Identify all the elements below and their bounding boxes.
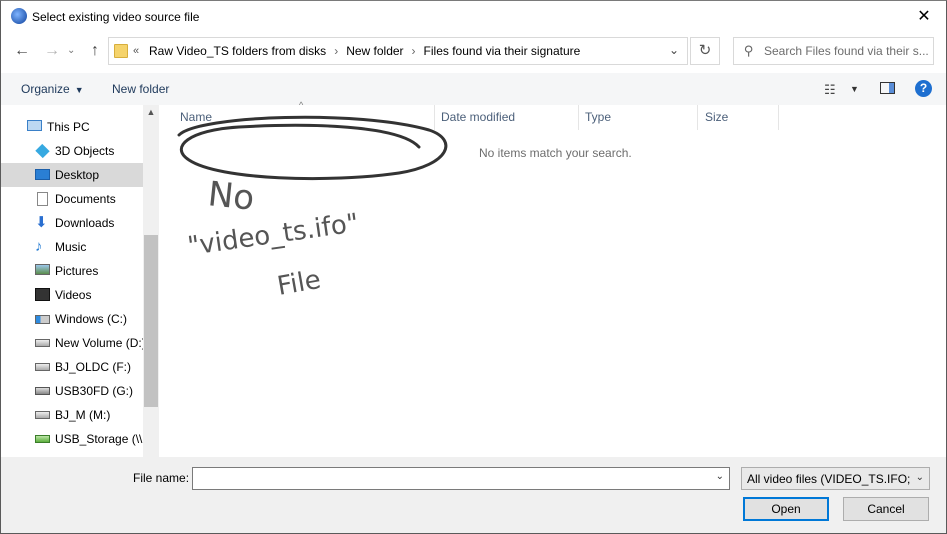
cube-icon [35, 143, 50, 159]
forward-button[interactable]: → [42, 41, 62, 61]
column-header-size[interactable]: Size [698, 105, 779, 130]
up-button[interactable]: ↑ [85, 41, 105, 61]
address-row: ← → ⌄ ↑ « Raw Video_TS folders from disk… [1, 34, 946, 68]
app-icon [11, 8, 27, 24]
file-list[interactable]: ^ Name Date modified Type Size No items … [159, 100, 946, 457]
file-name-combobox: ⌄ [192, 467, 730, 490]
sidebar-item-label: Downloads [55, 216, 115, 230]
help-icon[interactable]: ? [915, 80, 932, 97]
sidebar-item-label: This PC [47, 120, 90, 134]
empty-state-message: No items match your search. [479, 146, 632, 160]
file-open-dialog: Select existing video source file ✕ ← → … [0, 0, 947, 534]
address-dropdown-icon[interactable]: ⌄ [669, 43, 679, 57]
nav-list: This PC 3D Objects Desktop Documents ⬇ D… [1, 115, 143, 451]
sidebar-item-new-volume-d[interactable]: New Volume (D:) [1, 331, 143, 355]
sidebar-item-usb-storage[interactable]: USB_Storage (\\F [1, 427, 143, 451]
search-icon: ⚲ [744, 43, 754, 58]
overflow-chevron-icon[interactable]: « [133, 45, 139, 57]
breadcrumb-item-new-folder[interactable]: New folder [346, 44, 403, 58]
sidebar-item-label: USB30FD (G:) [55, 384, 134, 398]
folder-icon [114, 44, 128, 58]
sidebar-item-bj-m-m[interactable]: BJ_M (M:) [1, 403, 143, 427]
picture-icon [35, 264, 50, 275]
refresh-button[interactable]: ↻ [690, 37, 720, 65]
sidebar-item-label: New Volume (D:) [55, 336, 143, 350]
drive-icon [35, 411, 50, 419]
sidebar-item-label: Desktop [55, 168, 100, 182]
sidebar-item-label: USB_Storage (\\F [55, 432, 143, 446]
sidebar-item-desktop[interactable]: Desktop [1, 163, 143, 187]
search-input[interactable] [764, 40, 932, 62]
chevron-down-icon: ⌄ [915, 472, 924, 483]
file-name-label: File name: [133, 471, 190, 485]
title-bar: Select existing video source file ✕ [1, 1, 946, 32]
command-bar: Organize ▼ New folder ☷ ▼ ? [1, 73, 946, 105]
close-button[interactable]: ✕ [910, 5, 938, 29]
open-button[interactable]: Open [743, 497, 829, 521]
annotation-line-2: "video_ts.ifo" [186, 208, 361, 262]
sidebar-item-label: Videos [55, 288, 92, 302]
video-icon [35, 288, 50, 301]
sidebar-item-pictures[interactable]: Pictures [1, 259, 143, 283]
sidebar-item-this-pc[interactable]: This PC [1, 115, 143, 139]
drive-icon [35, 363, 50, 371]
caret-down-icon: ▼ [74, 85, 84, 95]
sidebar-item-label: Documents [55, 192, 116, 206]
sidebar-item-videos[interactable]: Videos [1, 283, 143, 307]
network-drive-icon [35, 435, 50, 443]
sidebar-item-label: Music [55, 240, 87, 254]
computer-icon [27, 120, 42, 131]
file-type-filter[interactable]: All video files (VIDEO_TS.IFO;DI ⌄ [741, 467, 930, 490]
view-options-icon[interactable]: ☷ [824, 82, 836, 98]
scrollbar-thumb[interactable] [144, 235, 158, 407]
scroll-up-icon[interactable]: ▲ [143, 107, 159, 117]
organize-button[interactable]: Organize ▼ [21, 82, 84, 96]
sidebar-item-documents[interactable]: Documents [1, 187, 143, 211]
sidebar-item-3d-objects[interactable]: 3D Objects [1, 139, 143, 163]
windows-drive-icon [35, 315, 50, 324]
sidebar-item-label: BJ_M (M:) [55, 408, 111, 422]
sidebar-item-windows-c[interactable]: Windows (C:) [1, 307, 143, 331]
back-button[interactable]: ← [12, 41, 32, 61]
navigation-scrollbar[interactable]: ▲ [143, 105, 159, 457]
address-bar[interactable]: « Raw Video_TS folders from disks › New … [108, 37, 688, 65]
organize-label: Organize [21, 82, 70, 96]
scribble-ellipse [177, 115, 448, 181]
sidebar-item-label: 3D Objects [55, 144, 115, 158]
file-name-dropdown-icon[interactable]: ⌄ [716, 471, 724, 482]
usb-drive-icon [35, 387, 50, 395]
breadcrumb-item-raw-video-ts[interactable]: Raw Video_TS folders from disks [149, 44, 326, 58]
sidebar-item-label: Windows (C:) [55, 312, 128, 326]
sidebar-item-usb30fd-g[interactable]: USB30FD (G:) [1, 379, 143, 403]
sidebar-item-downloads[interactable]: ⬇ Downloads [1, 211, 143, 235]
sidebar-item-label: BJ_OLDC (F:) [55, 360, 132, 374]
drive-icon [35, 339, 50, 347]
breadcrumb-item-files-found[interactable]: Files found via their signature [424, 44, 581, 58]
preview-pane-icon[interactable] [880, 82, 895, 94]
recent-locations-button[interactable]: ⌄ [67, 41, 79, 61]
new-folder-button[interactable]: New folder [112, 82, 169, 96]
window-title: Select existing video source file [32, 10, 200, 24]
file-type-filter-value: All video files (VIDEO_TS.IFO;DI [747, 472, 911, 486]
file-name-input[interactable] [195, 469, 705, 488]
annotation-line-3: File [275, 265, 323, 302]
annotation-line-1: No [206, 174, 256, 219]
sidebar-item-music[interactable]: ♪ Music [1, 235, 143, 259]
search-box: ⚲ [733, 37, 934, 65]
document-icon [37, 192, 48, 206]
desktop-icon [35, 169, 50, 180]
navigation-pane: This PC 3D Objects Desktop Documents ⬇ D… [1, 105, 159, 457]
cancel-button[interactable]: Cancel [843, 497, 929, 521]
chevron-right-icon[interactable]: › [334, 44, 338, 58]
sidebar-item-bj-oldc-f[interactable]: BJ_OLDC (F:) [1, 355, 143, 379]
handwritten-annotation: No "video_ts.ifo" File [177, 115, 448, 302]
view-caret-icon[interactable]: ▼ [850, 84, 859, 94]
bottom-panel: File name: ⌄ All video files (VIDEO_TS.I… [1, 457, 946, 533]
breadcrumb: Raw Video_TS folders from disks › New fo… [149, 44, 580, 58]
chevron-right-icon[interactable]: › [412, 44, 416, 58]
column-header-type[interactable]: Type [578, 105, 698, 130]
download-icon: ⬇ [35, 214, 48, 231]
music-icon: ♪ [35, 238, 43, 255]
sidebar-item-label: Pictures [55, 264, 99, 278]
